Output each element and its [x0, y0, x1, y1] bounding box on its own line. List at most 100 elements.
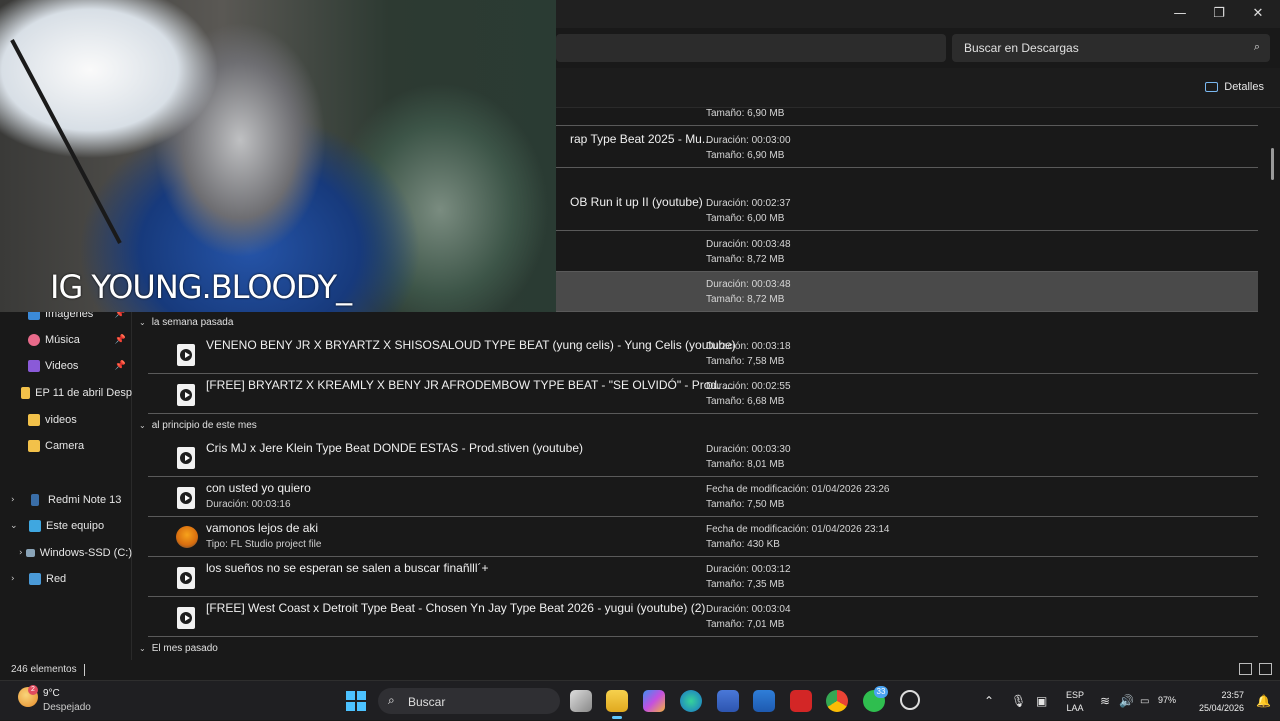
status-bar: 246 elementos — [0, 660, 1280, 680]
details-pane-button[interactable]: Detalles — [1205, 81, 1264, 93]
start-button[interactable] — [346, 691, 366, 711]
file-row[interactable]: los sueños no se esperan se salen a busc… — [148, 557, 1258, 597]
group-header-last-month[interactable]: ⌄ El mes pasado — [139, 643, 218, 654]
pc-icon — [29, 520, 41, 532]
file-name: [FREE] West Coast x Detroit Type Beat - … — [206, 601, 706, 615]
file-duration: Duración: 00:03:18 — [706, 341, 791, 352]
file-name: VENENO BENY JR X BRYARTZ X SHISOSALOUD T… — [206, 338, 736, 352]
language-indicator[interactable]: ESP LAA — [1066, 689, 1084, 715]
sidebar-item-camera[interactable]: Camera — [0, 436, 132, 456]
battery-percent: 97% — [1158, 695, 1177, 705]
close-button[interactable]: ✕ — [1238, 0, 1278, 26]
volume-icon[interactable]: 🔊 — [1119, 681, 1134, 721]
videos-icon — [28, 360, 40, 372]
notifications-icon[interactable]: 🔔 — [1256, 681, 1271, 721]
file-duration: Duración: 00:02:55 — [706, 381, 791, 392]
audio-file-icon — [177, 607, 195, 629]
sidebar-item-label: Windows-SSD (C:) — [39, 547, 132, 559]
sidebar-item-label: Redmi Note 13 — [48, 494, 122, 506]
whatsapp-badge: 33 — [874, 686, 888, 698]
sidebar-item-ep-folder[interactable]: EP 11 de abril Desp — [0, 383, 132, 403]
sidebar-item-label: Música — [45, 334, 80, 346]
audio-file-icon — [177, 447, 195, 469]
status-divider — [84, 664, 85, 676]
file-row[interactable]: [FREE] West Coast x Detroit Type Beat - … — [148, 597, 1258, 637]
file-subtitle: Tipo: FL Studio project file — [206, 539, 322, 550]
navigation-pane: Imágenes 📌 Música 📌 Videos 📌 EP 11 de ab… — [0, 308, 132, 660]
taskbar-search-label: Buscar — [408, 695, 446, 709]
sidebar-item-label: Este equipo — [46, 520, 105, 532]
edge-icon[interactable] — [680, 690, 702, 712]
pin-icon: 📌 — [114, 335, 126, 345]
sidebar-item-windows-ssd[interactable]: › Windows-SSD (C:) — [0, 543, 132, 563]
search-icon[interactable]: ⌕ — [1254, 40, 1260, 54]
chevron-right-icon[interactable]: › — [11, 495, 15, 505]
sidebar-item-videos[interactable]: Videos 📌 — [0, 356, 132, 376]
vertical-scrollbar[interactable] — [1271, 148, 1274, 180]
battery-icon[interactable]: ▭ — [1140, 681, 1149, 721]
chevron-right-icon[interactable]: › — [11, 574, 15, 584]
sidebar-item-music[interactable]: Música 📌 — [0, 330, 132, 350]
file-name: vamonos lejos de aki — [206, 521, 319, 535]
file-name: los sueños no se esperan se salen a busc… — [206, 561, 489, 575]
file-modified: Fecha de modificación: 01/04/2026 23:14 — [706, 524, 890, 535]
file-size: Tamaño: 7,58 MB — [706, 356, 785, 367]
sidebar-item-videos-folder[interactable]: videos — [0, 410, 132, 430]
file-row[interactable]: vamonos lejos de aki Tipo: FL Studio pro… — [148, 517, 1258, 557]
file-row[interactable]: con usted yo quiero Duración: 00:03:16 F… — [148, 477, 1258, 517]
folder-icon — [28, 440, 40, 452]
group-header-this-month[interactable]: ⌄ al principio de este mes — [139, 420, 257, 431]
file-duration: Duración: 00:02:37 — [706, 198, 791, 209]
weather-badge: 2 — [28, 685, 38, 695]
chrome-icon[interactable] — [826, 690, 848, 712]
wifi-icon[interactable]: ≋ — [1100, 681, 1110, 721]
clock[interactable]: 23:57 25/04/2026 — [1192, 689, 1244, 715]
sidebar-item-label: videos — [45, 414, 77, 426]
file-row[interactable]: [FREE] BRYARTZ X KREAMLY X BENY JR AFROD… — [148, 374, 1258, 414]
sidebar-item-this-pc[interactable]: ⌄ Este equipo — [0, 516, 132, 536]
task-view-icon[interactable] — [570, 690, 592, 712]
microphone-icon[interactable]: 🎙 — [1011, 681, 1026, 721]
audio-file-icon — [177, 344, 195, 366]
search-input[interactable]: Buscar en Descargas ⌕ — [952, 34, 1270, 62]
chevron-down-icon[interactable]: ⌄ — [10, 521, 18, 531]
taskbar-search[interactable]: ⌕ Buscar — [378, 688, 560, 714]
outlook-icon[interactable] — [753, 690, 775, 712]
sidebar-item-redmi[interactable]: › Redmi Note 13 — [0, 490, 132, 510]
sidebar-item-network[interactable]: › Red — [0, 569, 132, 589]
chevron-right-icon[interactable]: › — [19, 548, 23, 558]
app-l-icon[interactable] — [790, 690, 812, 712]
obs-icon[interactable] — [900, 690, 920, 710]
file-explorer-icon[interactable] — [606, 690, 628, 719]
network-icon — [29, 573, 41, 585]
address-bar[interactable] — [556, 34, 946, 62]
details-pane-icon — [1205, 82, 1219, 92]
details-view-icon[interactable] — [1239, 663, 1252, 675]
music-icon — [28, 334, 40, 346]
minimize-button[interactable]: — — [1160, 0, 1200, 26]
store-icon[interactable] — [717, 690, 739, 712]
file-name: Cris MJ x Jere Klein Type Beat DONDE EST… — [206, 441, 584, 455]
file-size: Tamaño: 6,90 MB — [706, 108, 785, 119]
copilot-icon[interactable] — [643, 690, 665, 712]
file-row[interactable]: Cris MJ x Jere Klein Type Beat DONDE EST… — [148, 437, 1258, 477]
file-duration: Duración: 00:03:48 — [706, 279, 791, 290]
maximize-button[interactable]: ❐ — [1199, 0, 1239, 26]
search-icon: ⌕ — [388, 693, 395, 707]
group-header-last-week[interactable]: ⌄ la semana pasada — [139, 317, 233, 328]
chevron-down-icon[interactable]: ⌄ — [139, 421, 146, 430]
file-size: Tamaño: 8,01 MB — [706, 459, 785, 470]
drive-icon — [26, 549, 35, 557]
details-label: Detalles — [1224, 81, 1264, 93]
weather-temp: 9°C — [43, 688, 60, 699]
file-modified: Fecha de modificación: 01/04/2026 23:26 — [706, 484, 890, 495]
keyboard-layout: LAA — [1066, 703, 1084, 713]
chevron-down-icon[interactable]: ⌄ — [139, 318, 146, 327]
tray-app-icon[interactable]: ▣ — [1036, 681, 1047, 721]
sidebar-item-label: EP 11 de abril Desp — [35, 387, 132, 399]
chevron-up-icon[interactable]: ⌃ — [984, 681, 994, 721]
chevron-down-icon[interactable]: ⌄ — [139, 644, 146, 653]
search-placeholder: Buscar en Descargas — [964, 41, 1079, 55]
file-row[interactable]: VENENO BENY JR X BRYARTZ X SHISOSALOUD T… — [148, 334, 1258, 374]
tiles-view-icon[interactable] — [1259, 663, 1272, 675]
